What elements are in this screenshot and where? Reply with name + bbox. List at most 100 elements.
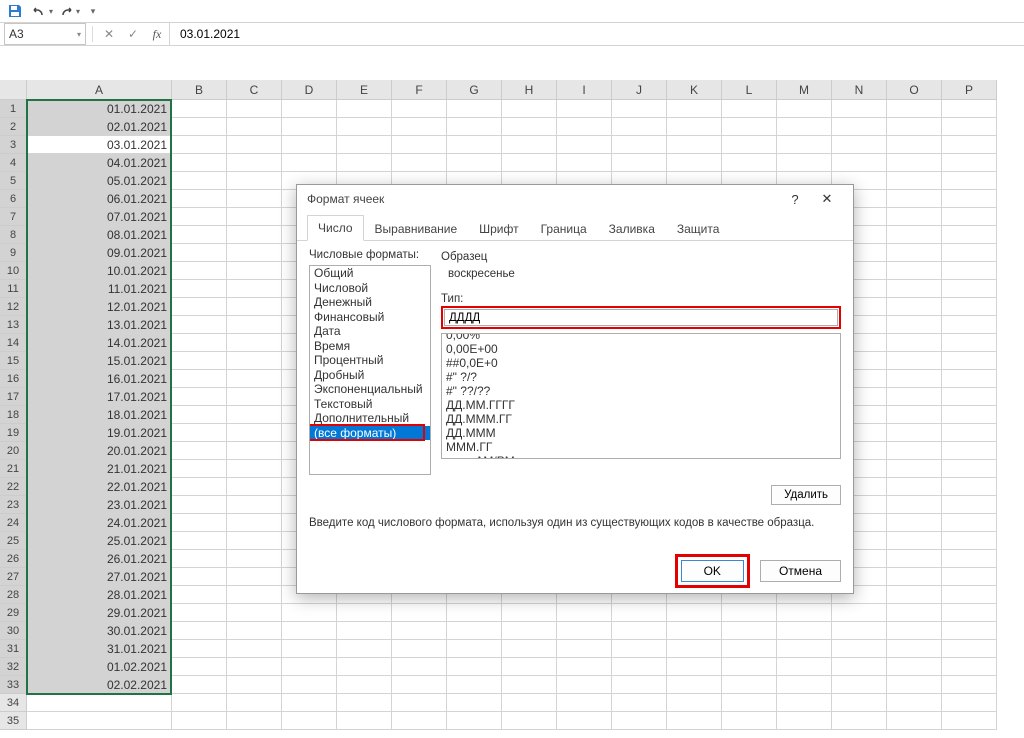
cell[interactable]	[337, 118, 392, 136]
cell[interactable]	[557, 118, 612, 136]
cell[interactable]	[887, 226, 942, 244]
cell[interactable]	[172, 298, 227, 316]
column-header-F[interactable]: F	[392, 80, 447, 100]
cell[interactable]	[942, 514, 997, 532]
cell[interactable]	[832, 100, 887, 118]
cell[interactable]	[227, 640, 282, 658]
format-item[interactable]: 0,00%	[442, 333, 840, 342]
row-header-1[interactable]: 1	[0, 100, 27, 118]
cell[interactable]	[172, 712, 227, 730]
cell[interactable]	[227, 298, 282, 316]
cell[interactable]	[337, 622, 392, 640]
cell[interactable]	[667, 658, 722, 676]
category-item[interactable]: Текстовый	[310, 397, 430, 412]
cell[interactable]	[227, 118, 282, 136]
cell[interactable]	[722, 658, 777, 676]
cell[interactable]: 24.01.2021	[27, 514, 172, 532]
cell[interactable]: 09.01.2021	[27, 244, 172, 262]
cell[interactable]	[777, 658, 832, 676]
cell[interactable]	[172, 280, 227, 298]
cell[interactable]	[942, 172, 997, 190]
row-header-2[interactable]: 2	[0, 118, 27, 136]
cell[interactable]: 11.01.2021	[27, 280, 172, 298]
cell[interactable]	[227, 388, 282, 406]
format-item[interactable]: ДД.ММ.ГГГГ	[442, 398, 840, 412]
cell[interactable]	[612, 118, 667, 136]
cell[interactable]	[887, 154, 942, 172]
cell[interactable]	[887, 280, 942, 298]
category-item[interactable]: Экспоненциальный	[310, 382, 430, 397]
cell[interactable]	[887, 550, 942, 568]
cell[interactable]	[392, 658, 447, 676]
cell[interactable]	[227, 100, 282, 118]
cell[interactable]	[172, 208, 227, 226]
cell[interactable]	[722, 100, 777, 118]
cell[interactable]	[722, 640, 777, 658]
cell[interactable]	[502, 100, 557, 118]
cell[interactable]	[667, 640, 722, 658]
formula-input[interactable]	[170, 23, 1024, 45]
cell[interactable]	[502, 154, 557, 172]
row-header-24[interactable]: 24	[0, 514, 27, 532]
cell[interactable]	[942, 370, 997, 388]
cell[interactable]	[777, 622, 832, 640]
cell[interactable]	[227, 586, 282, 604]
row-header-27[interactable]: 27	[0, 568, 27, 586]
cell[interactable]	[942, 604, 997, 622]
cell[interactable]	[942, 154, 997, 172]
dialog-help-button[interactable]: ?	[779, 186, 811, 212]
cell[interactable]	[172, 172, 227, 190]
cell[interactable]	[667, 622, 722, 640]
cell[interactable]	[667, 604, 722, 622]
cell[interactable]	[282, 604, 337, 622]
format-item[interactable]: ДД.МММ	[442, 426, 840, 440]
cell[interactable]: 02.01.2021	[27, 118, 172, 136]
cell[interactable]: 08.01.2021	[27, 226, 172, 244]
cell[interactable]	[282, 136, 337, 154]
cell[interactable]	[557, 676, 612, 694]
cell[interactable]	[227, 262, 282, 280]
cell[interactable]	[502, 622, 557, 640]
cell[interactable]	[282, 676, 337, 694]
undo-button[interactable]	[28, 1, 50, 21]
row-header-10[interactable]: 10	[0, 262, 27, 280]
cell[interactable]	[942, 532, 997, 550]
cell[interactable]	[337, 694, 392, 712]
cancel-button[interactable]: Отмена	[760, 560, 841, 582]
cell[interactable]	[282, 694, 337, 712]
cell[interactable]	[337, 676, 392, 694]
cell[interactable]	[832, 712, 887, 730]
cell[interactable]	[227, 334, 282, 352]
cell[interactable]	[447, 136, 502, 154]
cell[interactable]	[942, 712, 997, 730]
cell[interactable]: 16.01.2021	[27, 370, 172, 388]
cell[interactable]	[392, 640, 447, 658]
cell[interactable]	[942, 424, 997, 442]
cell[interactable]	[722, 712, 777, 730]
cell[interactable]	[887, 208, 942, 226]
cell[interactable]: 27.01.2021	[27, 568, 172, 586]
cell[interactable]	[227, 244, 282, 262]
row-header-33[interactable]: 33	[0, 676, 27, 694]
cell[interactable]	[282, 640, 337, 658]
cell[interactable]	[172, 334, 227, 352]
cell[interactable]	[612, 658, 667, 676]
cell[interactable]	[942, 100, 997, 118]
format-item[interactable]: ДД.МММ.ГГ	[442, 412, 840, 426]
cell[interactable]	[227, 154, 282, 172]
row-header-22[interactable]: 22	[0, 478, 27, 496]
cell[interactable]	[27, 694, 172, 712]
cell[interactable]	[832, 118, 887, 136]
tab-Граница[interactable]: Граница	[530, 216, 598, 241]
cell[interactable]	[887, 604, 942, 622]
row-header-18[interactable]: 18	[0, 406, 27, 424]
cell[interactable]	[227, 460, 282, 478]
cell[interactable]	[337, 154, 392, 172]
column-header-C[interactable]: C	[227, 80, 282, 100]
cell[interactable]	[942, 478, 997, 496]
row-header-6[interactable]: 6	[0, 190, 27, 208]
cell[interactable]	[172, 586, 227, 604]
cell[interactable]	[777, 712, 832, 730]
cell[interactable]	[172, 460, 227, 478]
cell[interactable]	[447, 712, 502, 730]
